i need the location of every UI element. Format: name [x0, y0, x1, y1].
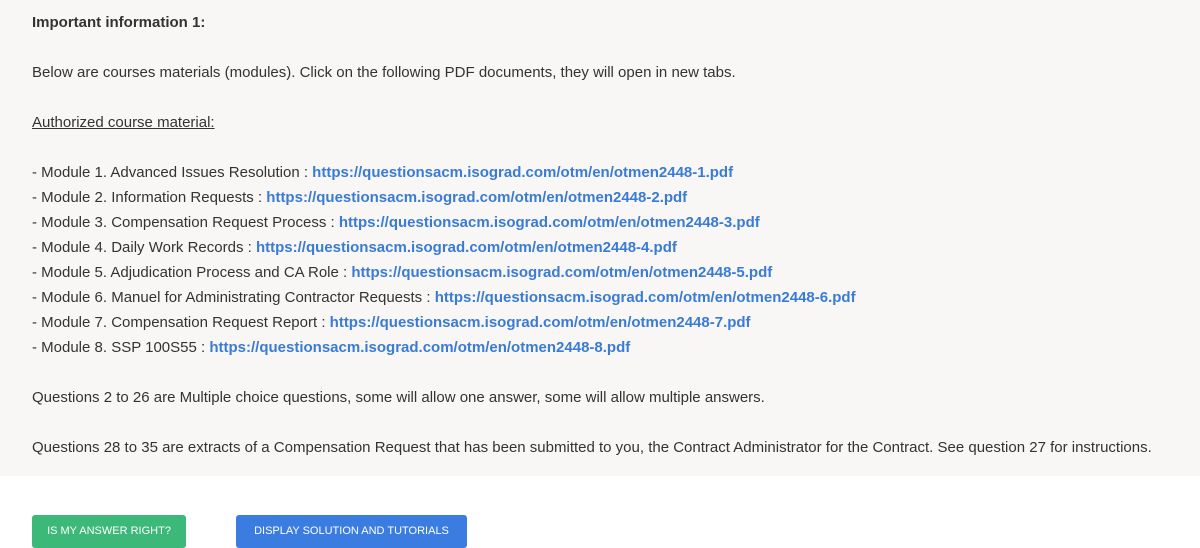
module-label: - Module 7. Compensation Request Report …: [32, 314, 330, 331]
module-2-pdf-link[interactable]: https://questionsacm.isograd.com/otm/en/…: [266, 189, 687, 206]
module-label: - Module 3. Compensation Request Process…: [32, 214, 339, 231]
module-item: - Module 4. Daily Work Records : https:/…: [32, 235, 1168, 260]
compensation-request-note: Questions 28 to 35 are extracts of a Com…: [32, 439, 1152, 456]
module-1-pdf-link[interactable]: https://questionsacm.isograd.com/otm/en/…: [312, 164, 733, 181]
module-item: - Module 6. Manuel for Administrating Co…: [32, 285, 1168, 310]
authorized-material-label: Authorized course material:: [32, 114, 215, 131]
display-solution-button[interactable]: DISPLAY SOLUTION AND TUTORIALS: [236, 515, 467, 548]
module-item: - Module 3. Compensation Request Process…: [32, 210, 1168, 235]
module-3-pdf-link[interactable]: https://questionsacm.isograd.com/otm/en/…: [339, 214, 760, 231]
module-5-pdf-link[interactable]: https://questionsacm.isograd.com/otm/en/…: [351, 264, 772, 281]
module-label: - Module 1. Advanced Issues Resolution :: [32, 164, 313, 181]
module-list: - Module 1. Advanced Issues Resolution :…: [32, 160, 1168, 360]
multiple-choice-note: Questions 2 to 26 are Multiple choice qu…: [32, 389, 765, 406]
module-label: - Module 2. Information Requests :: [32, 189, 267, 206]
module-7-pdf-link[interactable]: https://questionsacm.isograd.com/otm/en/…: [330, 314, 751, 331]
module-label: - Module 5. Adjudication Process and CA …: [32, 264, 352, 281]
module-item: - Module 7. Compensation Request Report …: [32, 310, 1168, 335]
information-panel: Important information 1: Below are cours…: [0, 0, 1200, 476]
module-4-pdf-link[interactable]: https://questionsacm.isograd.com/otm/en/…: [256, 239, 677, 256]
module-item: - Module 8. SSP 100S55 : https://questio…: [32, 335, 1168, 360]
check-answer-button[interactable]: IS MY ANSWER RIGHT?: [32, 515, 186, 548]
info-heading: Important information 1:: [32, 14, 206, 31]
intro-text: Below are courses materials (modules). C…: [32, 64, 736, 81]
module-6-pdf-link[interactable]: https://questionsacm.isograd.com/otm/en/…: [435, 289, 856, 306]
action-bar: IS MY ANSWER RIGHT? DISPLAY SOLUTION AND…: [0, 476, 1200, 548]
module-label: - Module 8. SSP 100S55 :: [32, 339, 210, 356]
module-label: - Module 6. Manuel for Administrating Co…: [32, 289, 435, 306]
module-item: - Module 2. Information Requests : https…: [32, 185, 1168, 210]
module-label: - Module 4. Daily Work Records :: [32, 239, 256, 256]
module-8-pdf-link[interactable]: https://questionsacm.isograd.com/otm/en/…: [209, 339, 630, 356]
module-item: - Module 5. Adjudication Process and CA …: [32, 260, 1168, 285]
module-item: - Module 1. Advanced Issues Resolution :…: [32, 160, 1168, 185]
